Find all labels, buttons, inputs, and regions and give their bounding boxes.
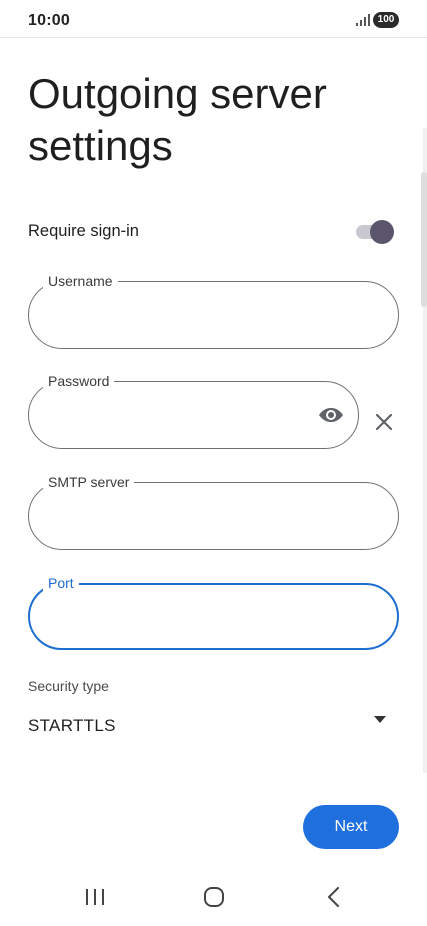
signal-bars-icon: [356, 14, 370, 26]
page-title: Outgoing server settings: [28, 70, 327, 169]
back-icon[interactable]: [319, 882, 349, 912]
port-field[interactable]: Port: [28, 574, 399, 650]
status-time: 10:00: [28, 12, 70, 29]
navigation-bar: [0, 866, 427, 926]
password-field[interactable]: Password: [28, 372, 359, 449]
next-button[interactable]: Next: [303, 805, 399, 849]
port-label: Port: [43, 574, 79, 592]
security-type-value: STARTTLS: [28, 716, 116, 735]
username-label: Username: [43, 272, 118, 290]
close-icon[interactable]: [374, 412, 394, 432]
eye-icon[interactable]: [318, 403, 344, 427]
require-signin-label: Require sign-in: [28, 222, 139, 240]
security-type-label: Security type: [28, 678, 109, 694]
password-label: Password: [43, 372, 115, 390]
require-signin-toggle[interactable]: [356, 220, 396, 244]
smtp-server-label: SMTP server: [43, 473, 135, 491]
recents-icon[interactable]: [80, 882, 110, 912]
dropdown-arrow-icon: [374, 716, 386, 723]
username-field[interactable]: Username: [28, 272, 399, 349]
toggle-knob: [370, 220, 394, 244]
smtp-server-input[interactable]: [49, 501, 378, 533]
status-bar: 10:00 100: [0, 0, 427, 38]
battery-indicator: 100: [373, 12, 399, 28]
password-input[interactable]: [49, 400, 304, 432]
username-input[interactable]: [49, 300, 378, 332]
home-icon[interactable]: [199, 882, 229, 912]
security-type-dropdown[interactable]: STARTTLS: [28, 704, 398, 744]
port-input[interactable]: [50, 603, 377, 635]
smtp-server-field[interactable]: SMTP server: [28, 473, 399, 550]
scrollbar-thumb[interactable]: [421, 172, 427, 307]
